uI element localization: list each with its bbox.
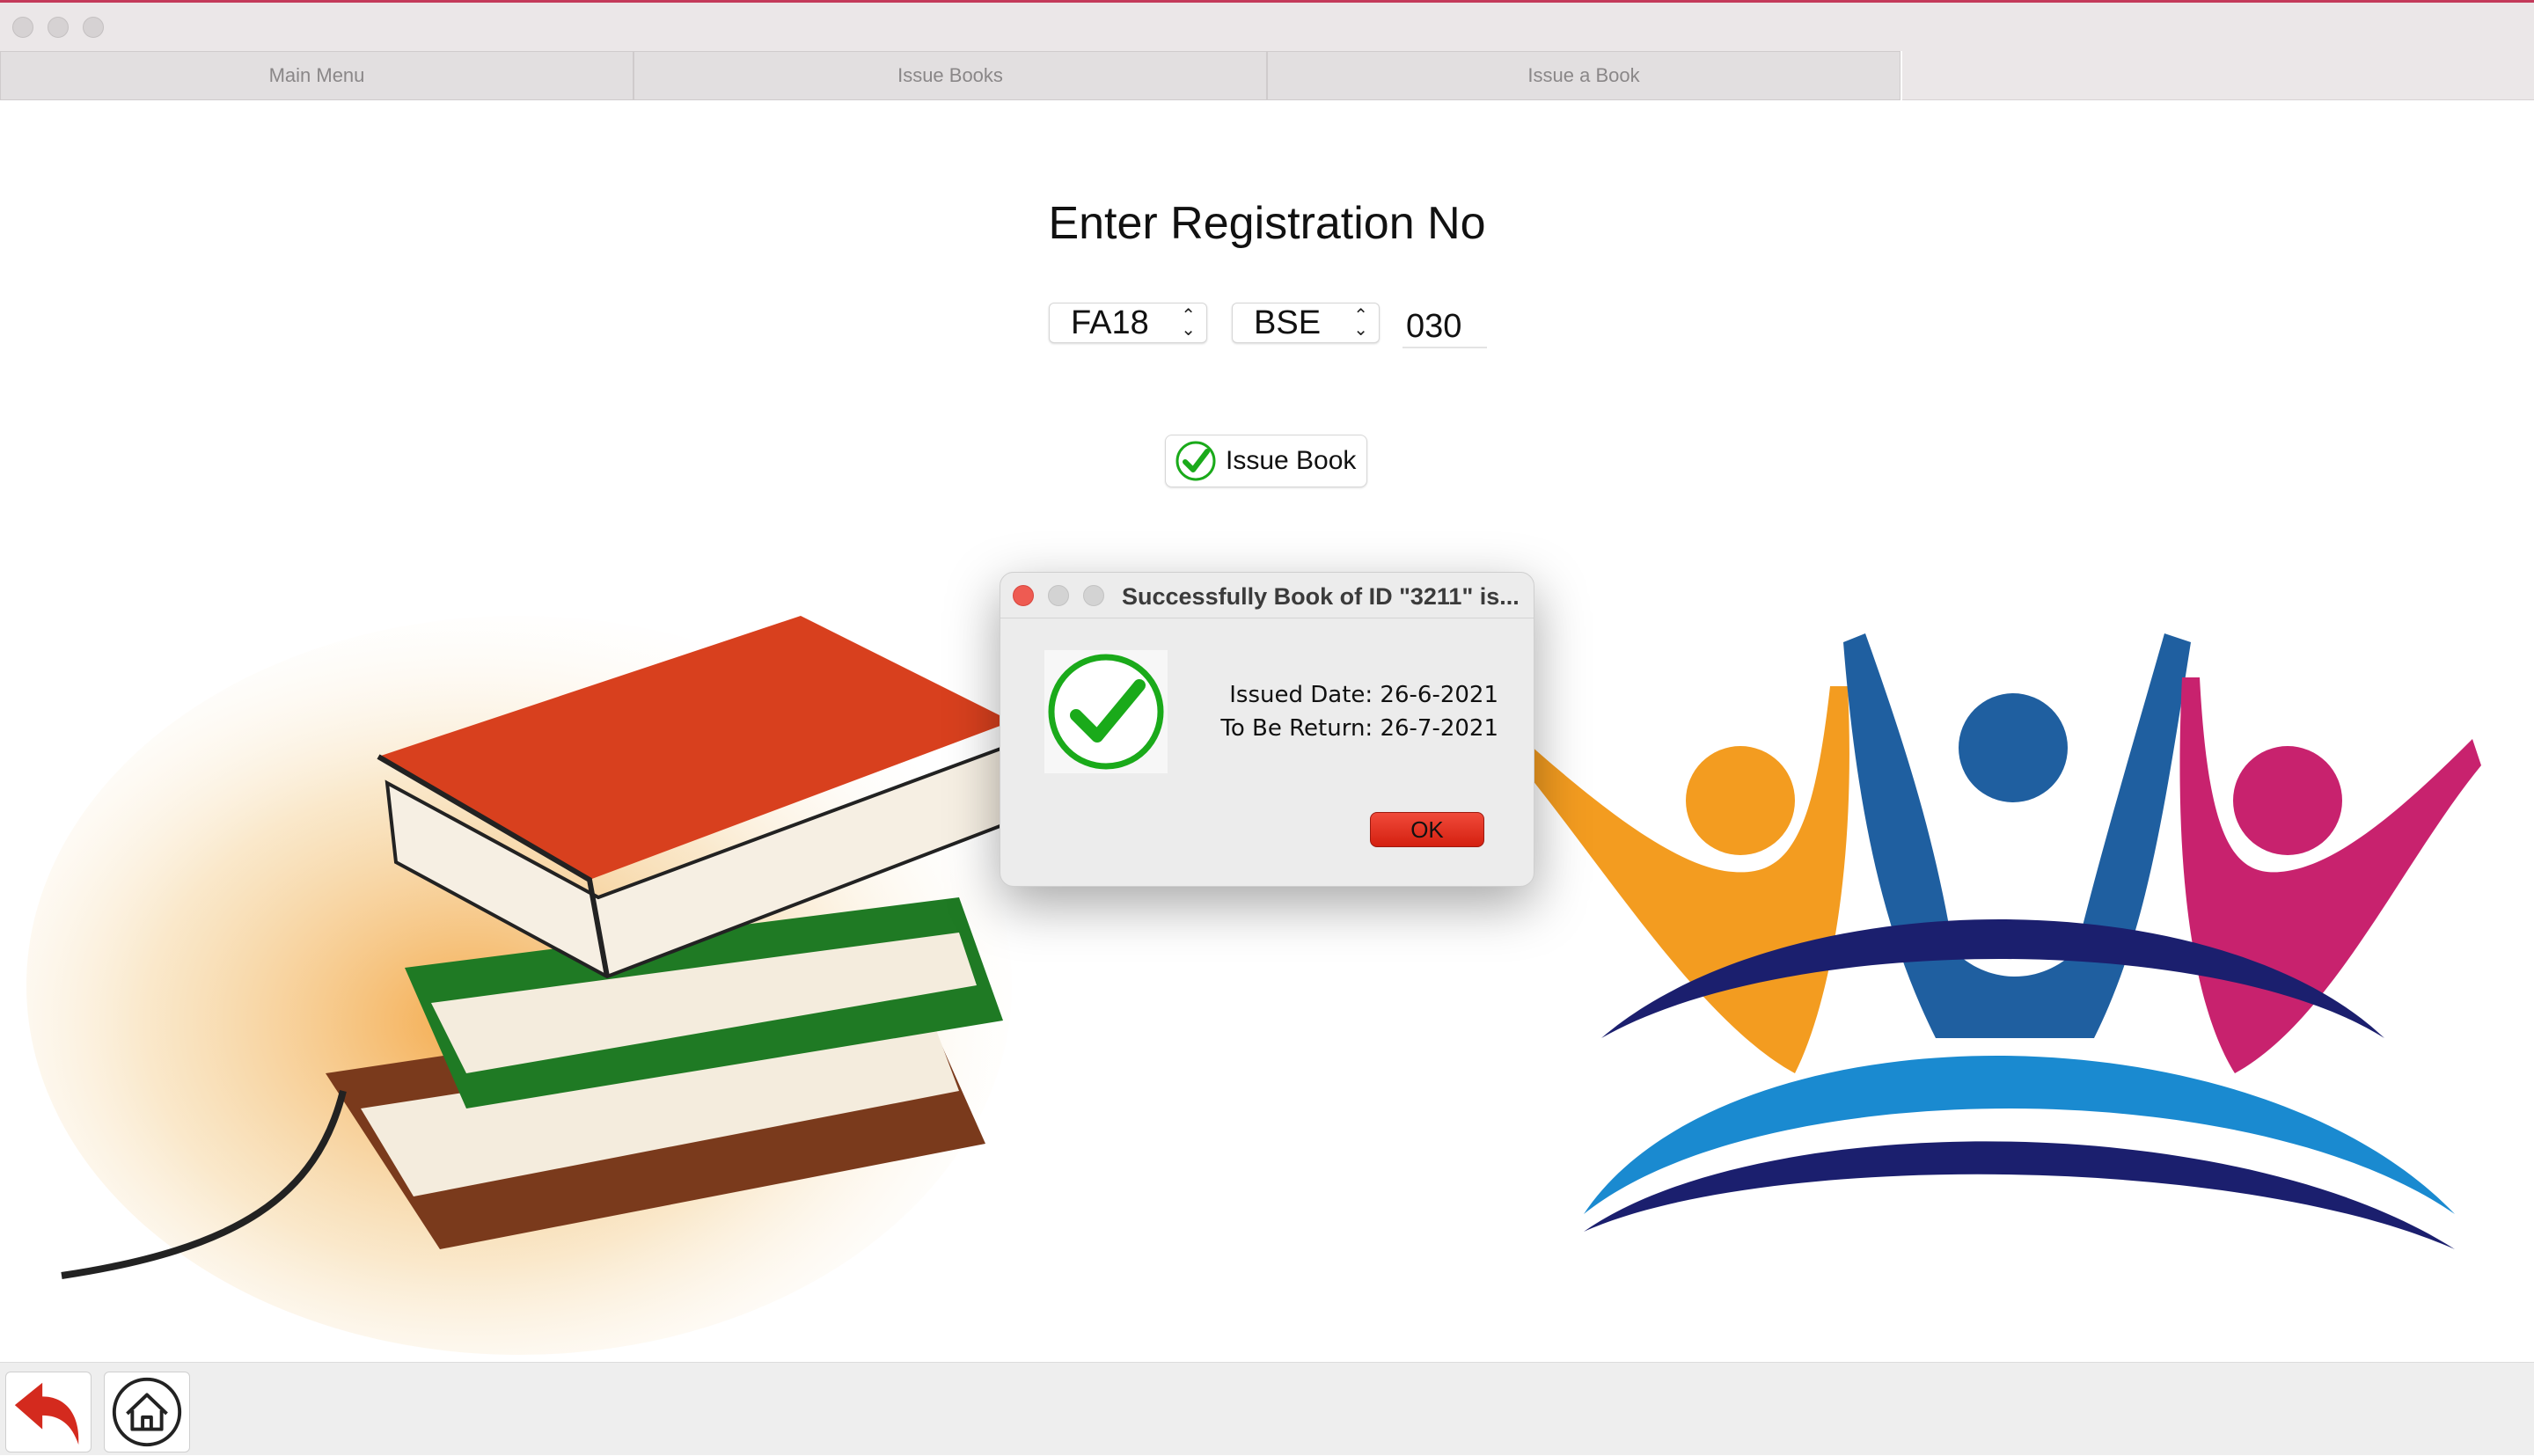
dialog-message: Issued Date: 26-6-2021 To Be Return: 26-… — [1220, 678, 1498, 745]
ok-button[interactable]: OK — [1370, 812, 1484, 847]
home-button[interactable] — [104, 1372, 190, 1452]
return-date-text: To Be Return: 26-7-2021 — [1220, 715, 1498, 742]
window-titlebar — [0, 0, 2534, 51]
dialog-titlebar: Successfully Book of ID "3211" is... — [1000, 573, 1534, 618]
issued-date-text: Issued Date: 26-6-2021 — [1229, 682, 1498, 708]
success-dialog: Successfully Book of ID "3211" is... Iss… — [1000, 572, 1534, 887]
dialog-zoom-button[interactable] — [1083, 585, 1104, 606]
dialog-minimize-button[interactable] — [1048, 585, 1069, 606]
check-circle-icon — [1175, 441, 1216, 481]
close-window-button[interactable] — [12, 17, 33, 38]
back-arrow-icon — [14, 1382, 79, 1445]
minimize-window-button[interactable] — [48, 17, 69, 38]
program-select[interactable]: BSE ⌃ ⌄ — [1232, 303, 1380, 343]
roll-number-field[interactable]: 030 — [1402, 303, 1487, 348]
program-select-value: BSE — [1254, 304, 1322, 341]
issue-book-label: Issue Book — [1226, 446, 1357, 475]
session-select-value: FA18 — [1071, 304, 1149, 341]
session-select[interactable]: FA18 ⌃ ⌄ — [1049, 303, 1207, 343]
back-button[interactable] — [5, 1372, 92, 1452]
bottom-toolbar — [0, 1362, 2534, 1455]
check-icon — [1048, 654, 1164, 770]
chevron-updown-icon: ⌃ ⌄ — [1353, 306, 1368, 340]
tab-bar-filler — [1902, 51, 2534, 100]
dialog-close-button[interactable] — [1013, 585, 1034, 606]
dialog-icon-box — [1044, 650, 1168, 773]
chevron-updown-icon: ⌃ ⌄ — [1181, 306, 1196, 340]
tab-issue-a-book[interactable]: Issue a Book — [1267, 51, 1900, 100]
issue-book-button[interactable]: Issue Book — [1165, 435, 1367, 487]
people-logo-illustration — [1513, 633, 2481, 1249]
zoom-window-button[interactable] — [83, 17, 104, 38]
tab-bar: Main Menu Issue Books Issue a Book — [0, 51, 1902, 100]
dialog-title: Successfully Book of ID "3211" is... — [1122, 583, 1520, 610]
home-icon — [112, 1377, 182, 1447]
tab-main-menu[interactable]: Main Menu — [0, 51, 634, 100]
page-title: Enter Registration No — [1048, 198, 1486, 249]
tab-issue-books[interactable]: Issue Books — [634, 51, 1267, 100]
